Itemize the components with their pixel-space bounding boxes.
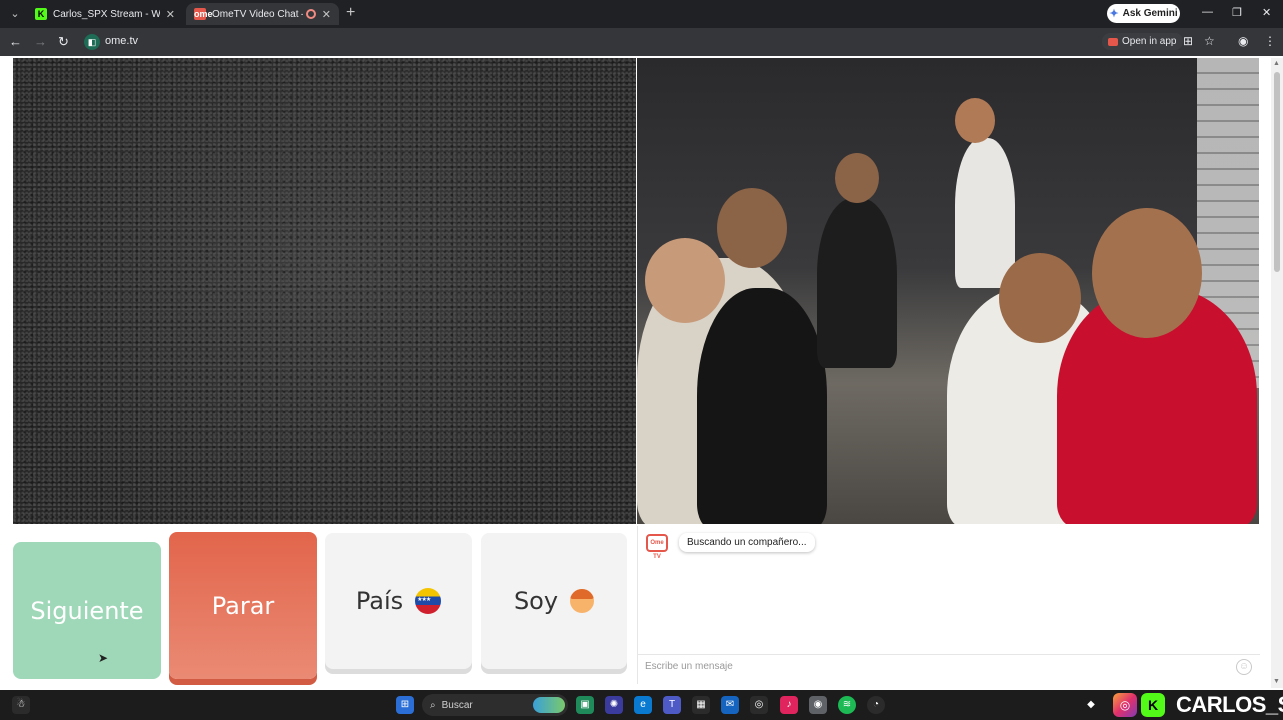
edge-icon[interactable]: e — [634, 696, 652, 714]
ask-gemini-label: Ask Gemini — [1122, 8, 1178, 19]
boy-face-icon — [570, 589, 595, 613]
chrome-icon[interactable]: ◎ — [750, 696, 768, 714]
site-info-icon[interactable]: ◧ — [84, 34, 100, 50]
menu-kebab-icon[interactable]: ⋮ — [1264, 34, 1276, 48]
scroll-up-icon[interactable]: ▲ — [1273, 60, 1280, 67]
tab-search-chevron-icon[interactable]: ⌄ — [6, 5, 24, 23]
start-menu-icon[interactable]: ⊞ — [396, 696, 414, 714]
search-placeholder: Buscar — [441, 699, 473, 711]
gemini-sparkle-icon: ✦ — [1109, 8, 1119, 20]
local-video-static — [13, 58, 636, 524]
tab-ometv[interactable]: ome OmeTV Video Chat — Ome ✕ — [186, 3, 339, 25]
person-standing — [817, 198, 897, 368]
kick-icon: K — [35, 8, 47, 20]
country-label: País — [355, 587, 404, 615]
person-head — [835, 153, 879, 203]
streamer-handle: CARLOS_SPX — [1176, 692, 1283, 717]
person-head — [1092, 208, 1202, 338]
ometv-page: ▲ ▼ Siguiente Parar País Soy ➤ Ome TV Bu… — [0, 56, 1283, 690]
person-head — [645, 238, 725, 323]
widgets-icon[interactable]: ▣ — [576, 696, 594, 714]
tiktok-icon[interactable]: ♪ — [780, 696, 798, 714]
calendar-icon[interactable]: ▦ — [692, 696, 710, 714]
forward-icon[interactable]: → — [34, 34, 47, 50]
weather-widget-icon[interactable]: ☃ — [12, 696, 30, 714]
tab-carlos-stream[interactable]: K Carlos_SPX Stream - Watch Live ✕ — [27, 3, 183, 25]
minimize-icon[interactable]: — — [1202, 6, 1213, 18]
page-scrollbar[interactable]: ▲ ▼ — [1271, 58, 1283, 688]
country-filter-button[interactable]: País — [325, 533, 472, 669]
scroll-down-icon[interactable]: ▼ — [1273, 678, 1280, 685]
navigation-bar: ← → ↻ ◧ ome.tv — [0, 28, 1283, 56]
search-icon: ⌕ — [430, 699, 436, 711]
close-window-icon[interactable]: ✕ — [1262, 6, 1271, 19]
emoji-icon[interactable]: ☺ — [1236, 659, 1252, 675]
search-highlight-art — [533, 697, 565, 713]
person-head — [717, 188, 787, 268]
back-icon[interactable]: ← — [9, 34, 22, 50]
windows-taskbar: ☃ ⊞ ⌕ Buscar ▣ ✺ e T ▦ ✉ ◎ ♪ ◉ ≋ ◔ ◆ — [0, 690, 1283, 720]
bookmark-star-icon[interactable]: ☆ — [1204, 34, 1215, 48]
obs-icon[interactable]: ◔ — [867, 696, 885, 714]
gender-label: Soy — [513, 587, 559, 615]
venezuela-flag-icon — [415, 588, 442, 614]
tab-title: Carlos_SPX Stream - Watch Live — [53, 8, 160, 20]
app-icon — [1108, 37, 1118, 46]
url-text[interactable]: ome.tv — [105, 35, 138, 47]
scroll-thumb[interactable] — [1274, 72, 1280, 272]
tab-title: OmeTV Video Chat — Ome — [212, 8, 303, 20]
mail-icon[interactable]: ✉ — [721, 696, 739, 714]
reload-icon[interactable]: ↻ — [58, 34, 69, 50]
chat-input-bar: ☺ — [638, 654, 1260, 680]
chrome-active-icon[interactable]: ◉ — [809, 696, 827, 714]
ometv-logo-icon: Ome TV — [646, 534, 668, 560]
new-tab-button[interactable]: + — [346, 5, 355, 21]
spotify-icon[interactable]: ≋ — [838, 696, 856, 714]
copilot-icon[interactable]: ✺ — [605, 696, 623, 714]
taskbar-search[interactable]: ⌕ Buscar — [422, 694, 568, 716]
person-head — [999, 253, 1081, 343]
instagram-icon: ◎ — [1113, 693, 1137, 717]
person-black-shirt — [697, 288, 827, 524]
ask-gemini-button[interactable]: ✦ Ask Gemini — [1107, 4, 1180, 23]
mouse-cursor-icon: ➤ — [98, 651, 109, 665]
chat-panel: Ome TV Buscando un compañero... ☺ — [637, 526, 1260, 684]
next-label: Siguiente — [30, 596, 144, 625]
translate-icon[interactable]: ⊞ — [1183, 34, 1193, 48]
stop-label: Parar — [211, 591, 275, 620]
person-head — [955, 98, 995, 143]
next-button[interactable]: Siguiente — [13, 542, 161, 679]
open-in-app-label: Open in app — [1122, 36, 1177, 47]
tray-network-icon[interactable]: ◆ — [1082, 696, 1100, 714]
tab-strip: ⌄ K Carlos_SPX Stream - Watch Live ✕ ome… — [0, 0, 1283, 28]
close-tab-icon[interactable]: ✕ — [322, 8, 331, 21]
stop-button[interactable]: Parar — [169, 532, 317, 679]
status-message: Buscando un compañero... — [679, 533, 815, 552]
open-in-app-button[interactable]: Open in app — [1102, 33, 1183, 50]
ometv-icon: ome — [194, 8, 213, 20]
address-bar[interactable]: ◧ ome.tv — [80, 31, 1230, 53]
person-white-jersey — [955, 138, 1015, 288]
remote-video — [637, 58, 1259, 524]
teams-icon[interactable]: T — [663, 696, 681, 714]
chat-message-input[interactable] — [645, 661, 1205, 672]
kick-logo-icon: K — [1141, 693, 1165, 717]
restore-icon[interactable]: ❐ — [1232, 6, 1242, 19]
close-tab-icon[interactable]: ✕ — [166, 8, 175, 21]
profile-avatar-icon[interactable]: ◉ — [1238, 34, 1248, 48]
gender-select-button[interactable]: Soy — [481, 533, 627, 669]
recording-indicator-icon — [305, 9, 316, 19]
